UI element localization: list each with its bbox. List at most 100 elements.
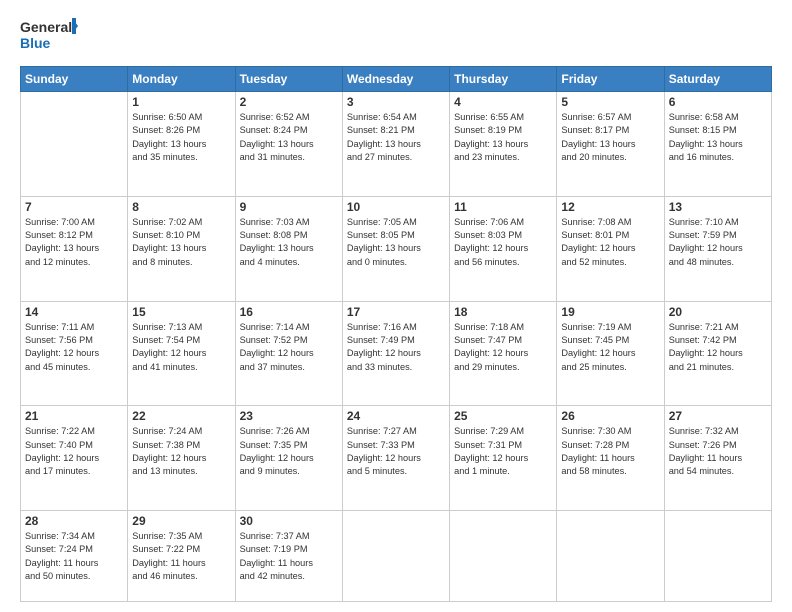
calendar-cell <box>664 511 771 602</box>
day-number: 22 <box>132 409 230 423</box>
day-info: Sunrise: 7:26 AM Sunset: 7:35 PM Dayligh… <box>240 425 338 478</box>
day-number: 4 <box>454 95 552 109</box>
day-info: Sunrise: 7:30 AM Sunset: 7:28 PM Dayligh… <box>561 425 659 478</box>
day-info: Sunrise: 7:14 AM Sunset: 7:52 PM Dayligh… <box>240 321 338 374</box>
header: General Blue <box>20 16 772 58</box>
day-number: 18 <box>454 305 552 319</box>
day-number: 13 <box>669 200 767 214</box>
day-of-week-header: Wednesday <box>342 67 449 92</box>
svg-text:General: General <box>20 19 72 35</box>
calendar-cell: 12Sunrise: 7:08 AM Sunset: 8:01 PM Dayli… <box>557 196 664 301</box>
calendar-cell: 10 Sunrise: 7:05 AM Sunset: 8:05 PM Dayli… <box>342 196 449 301</box>
calendar-cell: 23 Sunrise: 7:26 AM Sunset: 7:35 PM Dayli… <box>235 406 342 511</box>
day-info: Sunrise: 7:32 AM Sunset: 7:26 PM Dayligh… <box>669 425 767 478</box>
day-info: Sunrise: 7:00 AM Sunset: 8:12 PM Dayligh… <box>25 216 123 269</box>
day-number: 30 <box>240 514 338 528</box>
day-info: Sunrise: 7:11 AM Sunset: 7:56 PM Dayligh… <box>25 321 123 374</box>
day-number: 23 <box>240 409 338 423</box>
calendar-cell: 15 Sunrise: 7:13 AM Sunset: 7:54 PM Dayli… <box>128 301 235 406</box>
day-info: Sunrise: 6:58 AM Sunset: 8:15 PM Dayligh… <box>669 111 767 164</box>
calendar-cell <box>450 511 557 602</box>
calendar-cell: 2 Sunrise: 6:52 AM Sunset: 8:24 PM Daylig… <box>235 92 342 197</box>
calendar-cell: 29 Sunrise: 7:35 AM Sunset: 7:22 PM Dayli… <box>128 511 235 602</box>
day-number: 3 <box>347 95 445 109</box>
calendar-cell: 14 Sunrise: 7:11 AM Sunset: 7:56 PM Dayli… <box>21 301 128 406</box>
day-info: Sunrise: 7:21 AM Sunset: 7:42 PM Dayligh… <box>669 321 767 374</box>
day-number: 11 <box>454 200 552 214</box>
day-info: Sunrise: 6:55 AM Sunset: 8:19 PM Dayligh… <box>454 111 552 164</box>
calendar-cell: 24Sunrise: 7:27 AM Sunset: 7:33 PM Dayli… <box>342 406 449 511</box>
calendar-cell: 16 Sunrise: 7:14 AM Sunset: 7:52 PM Dayli… <box>235 301 342 406</box>
day-info: Sunrise: 7:19 AM Sunset: 7:45 PM Dayligh… <box>561 321 659 374</box>
day-info: Sunrise: 7:10 AM Sunset: 7:59 PM Dayligh… <box>669 216 767 269</box>
svg-text:Blue: Blue <box>20 35 51 51</box>
day-info: Sunrise: 7:37 AM Sunset: 7:19 PM Dayligh… <box>240 530 338 583</box>
day-info: Sunrise: 7:18 AM Sunset: 7:47 PM Dayligh… <box>454 321 552 374</box>
day-of-week-header: Sunday <box>21 67 128 92</box>
day-number: 7 <box>25 200 123 214</box>
day-number: 1 <box>132 95 230 109</box>
day-of-week-header: Monday <box>128 67 235 92</box>
day-number: 6 <box>669 95 767 109</box>
calendar-cell: 21Sunrise: 7:22 AM Sunset: 7:40 PM Dayli… <box>21 406 128 511</box>
day-of-week-header: Thursday <box>450 67 557 92</box>
day-number: 20 <box>669 305 767 319</box>
calendar-cell: 25 Sunrise: 7:29 AM Sunset: 7:31 PM Dayli… <box>450 406 557 511</box>
calendar-cell <box>342 511 449 602</box>
calendar-cell: 26 Sunrise: 7:30 AM Sunset: 7:28 PM Dayli… <box>557 406 664 511</box>
calendar-cell: 11 Sunrise: 7:06 AM Sunset: 8:03 PM Dayli… <box>450 196 557 301</box>
day-info: Sunrise: 7:24 AM Sunset: 7:38 PM Dayligh… <box>132 425 230 478</box>
calendar-cell <box>21 92 128 197</box>
day-info: Sunrise: 7:03 AM Sunset: 8:08 PM Dayligh… <box>240 216 338 269</box>
calendar-cell: 7 Sunrise: 7:00 AM Sunset: 8:12 PM Daylig… <box>21 196 128 301</box>
day-info: Sunrise: 7:13 AM Sunset: 7:54 PM Dayligh… <box>132 321 230 374</box>
day-info: Sunrise: 7:27 AM Sunset: 7:33 PM Dayligh… <box>347 425 445 478</box>
calendar-cell: 1 Sunrise: 6:50 AM Sunset: 8:26 PM Daylig… <box>128 92 235 197</box>
day-info: Sunrise: 7:02 AM Sunset: 8:10 PM Dayligh… <box>132 216 230 269</box>
calendar-cell: 19 Sunrise: 7:19 AM Sunset: 7:45 PM Dayli… <box>557 301 664 406</box>
calendar-cell: 22 Sunrise: 7:24 AM Sunset: 7:38 PM Dayli… <box>128 406 235 511</box>
calendar-cell: 5Sunrise: 6:57 AM Sunset: 8:17 PM Daylig… <box>557 92 664 197</box>
logo-svg: General Blue <box>20 16 80 58</box>
calendar-cell: 20 Sunrise: 7:21 AM Sunset: 7:42 PM Dayli… <box>664 301 771 406</box>
day-info: Sunrise: 6:52 AM Sunset: 8:24 PM Dayligh… <box>240 111 338 164</box>
day-number: 27 <box>669 409 767 423</box>
day-info: Sunrise: 7:35 AM Sunset: 7:22 PM Dayligh… <box>132 530 230 583</box>
calendar-cell: 28 Sunrise: 7:34 AM Sunset: 7:24 PM Dayli… <box>21 511 128 602</box>
calendar-cell: 6 Sunrise: 6:58 AM Sunset: 8:15 PM Daylig… <box>664 92 771 197</box>
logo: General Blue <box>20 16 80 58</box>
calendar-cell: 27 Sunrise: 7:32 AM Sunset: 7:26 PM Dayli… <box>664 406 771 511</box>
day-of-week-header: Friday <box>557 67 664 92</box>
calendar-cell: 18 Sunrise: 7:18 AM Sunset: 7:47 PM Dayli… <box>450 301 557 406</box>
calendar-cell: 3Sunrise: 6:54 AM Sunset: 8:21 PM Daylig… <box>342 92 449 197</box>
day-number: 25 <box>454 409 552 423</box>
day-number: 28 <box>25 514 123 528</box>
day-info: Sunrise: 6:50 AM Sunset: 8:26 PM Dayligh… <box>132 111 230 164</box>
day-number: 14 <box>25 305 123 319</box>
day-number: 21 <box>25 409 123 423</box>
day-number: 19 <box>561 305 659 319</box>
calendar-cell: 9 Sunrise: 7:03 AM Sunset: 8:08 PM Daylig… <box>235 196 342 301</box>
calendar-table: SundayMondayTuesdayWednesdayThursdayFrid… <box>20 66 772 602</box>
day-number: 10 <box>347 200 445 214</box>
day-number: 29 <box>132 514 230 528</box>
day-number: 17 <box>347 305 445 319</box>
calendar-cell: 13 Sunrise: 7:10 AM Sunset: 7:59 PM Dayli… <box>664 196 771 301</box>
day-number: 12 <box>561 200 659 214</box>
day-number: 9 <box>240 200 338 214</box>
calendar-header-row: SundayMondayTuesdayWednesdayThursdayFrid… <box>21 67 772 92</box>
calendar-cell <box>557 511 664 602</box>
day-number: 26 <box>561 409 659 423</box>
day-info: Sunrise: 7:29 AM Sunset: 7:31 PM Dayligh… <box>454 425 552 478</box>
day-info: Sunrise: 7:05 AM Sunset: 8:05 PM Dayligh… <box>347 216 445 269</box>
day-of-week-header: Tuesday <box>235 67 342 92</box>
day-info: Sunrise: 7:06 AM Sunset: 8:03 PM Dayligh… <box>454 216 552 269</box>
day-number: 15 <box>132 305 230 319</box>
calendar-cell: 17Sunrise: 7:16 AM Sunset: 7:49 PM Dayli… <box>342 301 449 406</box>
calendar-cell: 8 Sunrise: 7:02 AM Sunset: 8:10 PM Daylig… <box>128 196 235 301</box>
day-number: 8 <box>132 200 230 214</box>
day-number: 5 <box>561 95 659 109</box>
day-number: 2 <box>240 95 338 109</box>
day-number: 16 <box>240 305 338 319</box>
day-info: Sunrise: 7:34 AM Sunset: 7:24 PM Dayligh… <box>25 530 123 583</box>
